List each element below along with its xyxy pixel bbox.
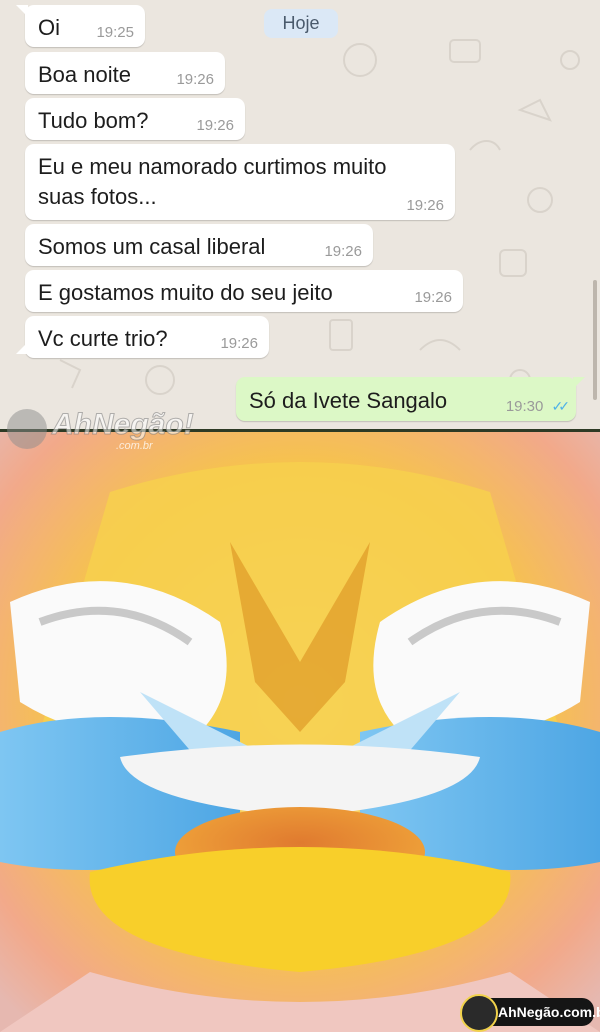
mascot-avatar-icon xyxy=(460,994,498,1032)
message-text-line: Eu e meu namorado curtimos muito xyxy=(38,154,387,179)
message-text: Boa noite xyxy=(38,62,131,87)
message-text: Só da Ivete Sangalo xyxy=(249,388,448,413)
date-chip: Hoje xyxy=(264,9,338,38)
message-time: 19:26 xyxy=(406,197,444,214)
message-bubble[interactable]: Boa noite 19:26 xyxy=(25,52,225,94)
watermark-domain: .com.br xyxy=(116,440,153,452)
message-time: 19:25 xyxy=(96,24,134,41)
message-text: Tudo bom? xyxy=(38,108,149,133)
site-badge-text: AhNegão.com.br xyxy=(498,1004,600,1020)
emoji-closeup-illustration xyxy=(0,432,600,1032)
watermark-logo-text: AhNegão! xyxy=(52,408,195,442)
message-time: 19:26 xyxy=(414,289,452,306)
message-text: Somos um casal liberal xyxy=(38,234,266,259)
message-time: 19:30 xyxy=(505,398,544,415)
message-text: Vc curte trio? xyxy=(38,326,168,351)
message-bubble[interactable]: Somos um casal liberal 19:26 xyxy=(25,224,373,266)
message-bubble[interactable]: Vc curte trio? 19:26 xyxy=(16,316,269,358)
bubble-tail xyxy=(16,5,28,17)
watermark-logo-top: AhNegão! .com.br xyxy=(4,402,194,458)
message-text: E gostamos muito do seu jeito xyxy=(38,280,333,305)
message-bubble[interactable]: Tudo bom? 19:26 xyxy=(25,98,245,140)
message-bubble[interactable]: Eu e meu namorado curtimos muito suas fo… xyxy=(25,144,455,220)
chat-scrollbar[interactable] xyxy=(593,280,597,400)
message-text: Oi xyxy=(38,15,60,40)
site-badge[interactable]: AhNegão.com.br xyxy=(460,994,600,1032)
chat-screenshot: Hoje Oi 19:25 Boa noite 19:26 Tudo bom? … xyxy=(0,0,600,430)
message-bubble-outgoing[interactable]: Só da Ivete Sangalo 19:30 ✓✓ xyxy=(236,377,585,421)
double-check-icon: ✓✓ xyxy=(551,398,571,414)
message-time: 19:26 xyxy=(220,335,258,352)
message-time: 19:26 xyxy=(196,117,234,134)
laughing-crying-emoji-image xyxy=(0,432,600,1032)
message-time: 19:26 xyxy=(324,243,362,260)
bubble-tail xyxy=(16,342,28,354)
message-bubble[interactable]: Oi 19:25 xyxy=(16,5,145,47)
bubble-tail xyxy=(573,377,585,389)
message-meta: 19:30 ✓✓ xyxy=(505,398,571,415)
message-bubble[interactable]: E gostamos muito do seu jeito 19:26 xyxy=(25,270,463,312)
message-text-line: suas fotos... xyxy=(38,184,157,209)
message-text-block: Eu e meu namorado curtimos muito suas fo… xyxy=(38,152,387,212)
mascot-logo-icon xyxy=(7,409,47,449)
message-time: 19:26 xyxy=(176,71,214,88)
